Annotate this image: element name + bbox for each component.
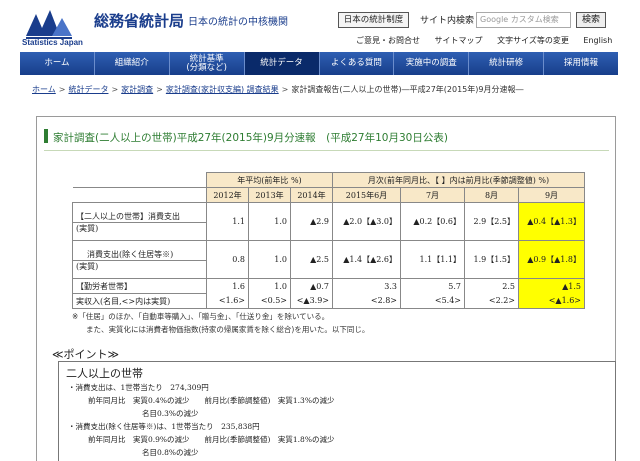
nav-standards[interactable]: 統計基準 (分類など): [170, 52, 245, 75]
table-cell: <2.2>: [464, 293, 519, 309]
breadcrumb-separator: >: [156, 85, 163, 94]
row-sublabel: (実質): [72, 260, 207, 279]
col-2015-jun: 2015年6月: [332, 187, 401, 203]
site-title[interactable]: 総務省統計局: [94, 10, 184, 31]
footnote-2: また、実質化には消費者物価指数(持家の帰属家賃を除く総合)を用いた。以下同じ。: [86, 325, 370, 334]
nav-recruitment[interactable]: 採用情報: [544, 52, 618, 75]
table-cell: 1.6: [206, 278, 249, 294]
page-title: 家計調査(二人以上の世帯)平成27年(2015年)9月分速報 (平成27年10月…: [53, 132, 448, 144]
table-cell: 1.1: [206, 202, 249, 241]
table-cell: <1.6>: [206, 293, 249, 309]
table-cell: ▲0.2【0.6】: [400, 202, 465, 241]
points-label: ≪ポイント≫: [52, 348, 120, 361]
statistics-table: 年平均(前年比 %) 月次(前年同月比、【 】内は前月比(季節調整値) %) 2…: [72, 172, 585, 309]
link-english[interactable]: English: [583, 36, 612, 45]
footnote-1: ※「住居」のほか、「自動車等購入」、「贈与金」、「仕送り金」を除いている。: [72, 312, 330, 321]
table-cell: ▲2.5: [290, 240, 333, 279]
nav-ongoing-surveys[interactable]: 実施中の調査: [394, 52, 470, 75]
table-cell: <5.4>: [400, 293, 465, 309]
table-cell: ▲2.9: [290, 202, 333, 241]
table-cell-highlight: <▲1.6>: [518, 293, 585, 309]
site-header: Statistics Japan 総務省統計局 日本の統計の中核機関 日本の統計…: [0, 0, 640, 52]
breadcrumb-household-survey[interactable]: 家計調査: [121, 85, 153, 94]
table-cell: 5.7: [400, 278, 465, 294]
table-row: 【二人以上の世帯】消費支出 1.1 1.0 ▲2.9 ▲2.0【▲3.0】 ▲0…: [72, 202, 585, 241]
table-cell: 0.8: [206, 240, 249, 279]
breadcrumb-current: 家計調査報告(二人以上の世帯)―平成27年(2015年)9月分速報―: [291, 85, 524, 94]
breadcrumb-separator: >: [281, 85, 289, 94]
site-tagline: 日本の統計の中核機関: [188, 17, 288, 28]
breadcrumb-survey-results[interactable]: 家計調査(家計収支編) 調査結果: [166, 85, 279, 94]
table-cell: 1.1【1.1】: [400, 240, 465, 279]
nav-standards-line2: (分類など): [186, 62, 227, 73]
breadcrumb-separator: >: [58, 85, 66, 94]
nav-organization[interactable]: 組織紹介: [95, 52, 170, 75]
point-line: 前年同月比 実質0.4%の減少 前月比(季節調整値) 実質1.3%の減少: [88, 396, 335, 405]
breadcrumb-statistics-data[interactable]: 統計データ: [68, 85, 108, 94]
table-cell: 3.3: [332, 278, 401, 294]
col-2013: 2013年: [248, 187, 291, 203]
table-cell: <2.8>: [332, 293, 401, 309]
table-cell-highlight: ▲0.4【▲1.3】: [518, 202, 585, 241]
col-sep: 9月: [518, 187, 585, 203]
title-divider: [44, 150, 609, 151]
title-accent-bar: [44, 129, 48, 143]
col-jul: 7月: [400, 187, 465, 203]
japan-statistics-system-button[interactable]: 日本の統計制度: [338, 12, 409, 28]
row-sublabel: (実質): [72, 222, 207, 241]
table-cell: 1.0: [248, 240, 291, 279]
global-nav: ホーム 組織紹介 統計基準 (分類など) 統計データ よくある質問 実施中の調査…: [20, 52, 618, 75]
table-cell: <▲3.9>: [290, 293, 333, 309]
page: Statistics Japan 総務省統計局 日本の統計の中核機関 日本の統計…: [0, 0, 640, 461]
link-text-size[interactable]: 文字サイズ等の変更: [497, 36, 569, 45]
table-corner: [72, 187, 207, 203]
table-row: 【勤労者世帯】 1.6 1.0 ▲0.7 3.3 5.7 2.5 ▲1.5: [72, 278, 585, 294]
nav-training[interactable]: 統計研修: [469, 52, 545, 75]
table-cell: ▲2.0【▲3.0】: [332, 202, 401, 241]
col-2012: 2012年: [206, 187, 249, 203]
row-label: 【二人以上の世帯】消費支出: [72, 202, 207, 223]
table-cell: 2.9【2.5】: [464, 202, 519, 241]
row-label: 消費支出(除く住居等※): [72, 240, 207, 261]
point-line: ・消費支出(除く住居等※)は、1世帯当たり 235,838円: [68, 422, 260, 431]
search-button[interactable]: 検索: [576, 12, 606, 28]
table-row: 消費支出(除く住居等※) 0.8 1.0 ▲2.5 ▲1.4【▲2.6】 1.1…: [72, 240, 585, 279]
col-aug: 8月: [464, 187, 519, 203]
header-monthly: 月次(前年同月比、【 】内は前月比(季節調整値) %): [332, 172, 585, 188]
table-cell: 1.0: [248, 202, 291, 241]
table-cell: ▲1.4【▲2.6】: [332, 240, 401, 279]
point-line: 名目0.3%の減少: [142, 409, 199, 418]
table-cell: <0.5>: [248, 293, 291, 309]
points-heading: 二人以上の世帯: [66, 367, 143, 380]
nav-faq[interactable]: よくある質問: [320, 52, 395, 75]
nav-statistics-data[interactable]: 統計データ: [244, 52, 320, 75]
point-line: 前年同月比 実質0.9%の減少 前月比(季節調整値) 実質1.8%の減少: [88, 435, 335, 444]
table-row: 実収入(名目,<>内は実質) <1.6> <0.5> <▲3.9> <2.8> …: [72, 293, 585, 309]
nav-home[interactable]: ホーム: [20, 52, 95, 75]
table-cell-highlight: ▲1.5: [518, 278, 585, 294]
table-cell-highlight: ▲0.9【▲1.8】: [518, 240, 585, 279]
row-label: 【勤労者世帯】: [72, 278, 207, 294]
header-annual: 年平均(前年比 %): [206, 172, 333, 188]
link-contact[interactable]: ご意見・お問合せ: [356, 36, 420, 45]
table-cell: 1.0: [248, 278, 291, 294]
site-search-label: サイト内検索: [420, 16, 475, 26]
breadcrumb-separator: >: [111, 85, 119, 94]
search-input[interactable]: Google カスタム検索: [476, 12, 571, 28]
link-sitemap[interactable]: サイトマップ: [435, 36, 483, 45]
row-sublabel: 実収入(名目,<>内は実質): [72, 293, 207, 309]
point-line: ・消費支出は、1世帯当たり 274,309円: [68, 383, 209, 392]
table-cell: 1.9【1.5】: [464, 240, 519, 279]
point-line: 名目0.8%の減少: [142, 448, 199, 457]
breadcrumb: ホーム > 統計データ > 家計調査 > 家計調査(家計収支編) 調査結果 > 家計調査報告(二…: [32, 84, 524, 95]
utility-links: ご意見・お問合せ サイトマップ 文字サイズ等の変更 English: [356, 35, 624, 46]
breadcrumb-home[interactable]: ホーム: [32, 85, 56, 94]
table-corner: [72, 172, 207, 188]
table-cell: 2.5: [464, 278, 519, 294]
table-cell: ▲0.7: [290, 278, 333, 294]
col-2014: 2014年: [290, 187, 333, 203]
logo-english-text: Statistics Japan: [22, 38, 83, 47]
table-header-row: 年平均(前年比 %) 月次(前年同月比、【 】内は前月比(季節調整値) %): [72, 172, 585, 188]
table-header-row: 2012年 2013年 2014年 2015年6月 7月 8月 9月: [72, 187, 585, 203]
